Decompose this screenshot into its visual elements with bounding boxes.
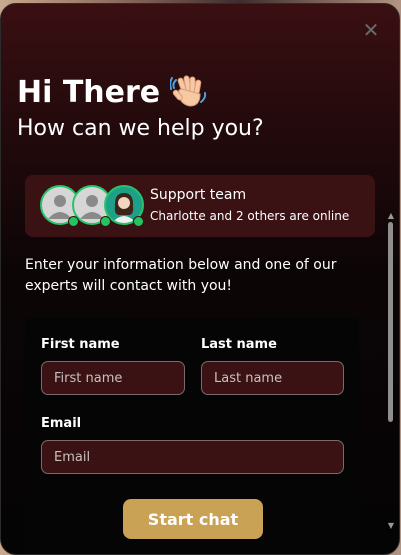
waving-hand-icon — [169, 74, 208, 110]
online-status-dot — [68, 216, 79, 227]
chat-widget: ✕ Hi There How can we help you? Support … — [0, 3, 400, 555]
start-chat-button[interactable]: Start chat — [123, 499, 263, 539]
intro-text: Enter your information below and one of … — [25, 257, 337, 294]
scrollbar[interactable]: ▲ ▼ — [387, 212, 395, 530]
support-team-status: Charlotte and 2 others are online — [150, 209, 350, 223]
first-name-field[interactable] — [41, 361, 185, 395]
support-team-card: Support team Charlotte and 2 others are … — [25, 175, 375, 237]
last-name-field[interactable] — [201, 361, 344, 395]
first-name-label: First name — [41, 337, 120, 352]
greeting-text: Hi There — [17, 74, 161, 110]
support-avatars — [40, 185, 148, 227]
email-label: Email — [41, 416, 82, 431]
support-team-title: Support team — [150, 187, 247, 203]
online-status-dot — [133, 216, 144, 227]
close-icon[interactable]: ✕ — [361, 20, 381, 40]
chevron-up-icon[interactable]: ▲ — [387, 212, 395, 220]
chevron-down-icon[interactable]: ▼ — [387, 522, 395, 530]
greeting-heading: Hi There — [17, 74, 208, 110]
email-field[interactable] — [41, 440, 344, 474]
last-name-label: Last name — [201, 337, 277, 352]
scrollbar-thumb[interactable] — [388, 222, 393, 422]
online-status-dot — [100, 216, 111, 227]
greeting-subtitle: How can we help you? — [17, 116, 264, 141]
